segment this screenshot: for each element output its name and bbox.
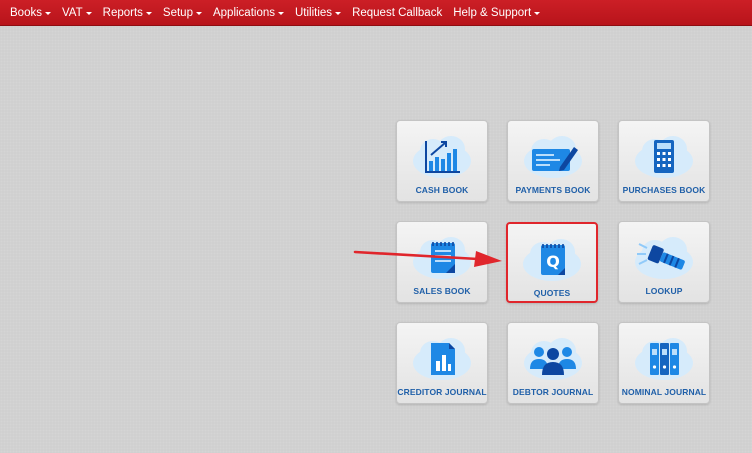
caret-down-icon	[44, 11, 51, 15]
tile-nominal-journal-label: NOMINAL JOURNAL	[621, 387, 707, 397]
menu-request-callback[interactable]: Request Callback	[352, 7, 442, 19]
menu-setup[interactable]: Setup	[163, 7, 202, 19]
tile-cash-book-label: CASH BOOK	[415, 185, 469, 195]
menu-applications-label: Applications	[212, 6, 275, 19]
chart-growth-icon	[411, 133, 473, 181]
red-arrow-annotation	[353, 250, 502, 267]
quote-notepad-icon: Q	[521, 236, 583, 284]
menu-vat-label: VAT	[61, 6, 83, 19]
menu-books[interactable]: Books	[10, 7, 51, 19]
tile-purchases-book-label: PURCHASES BOOK	[622, 185, 706, 195]
caret-down-icon	[195, 11, 202, 15]
tile-debtor-journal[interactable]: DEBTOR JOURNAL	[507, 322, 599, 404]
menu-help-support[interactable]: Help & Support	[453, 6, 541, 19]
menu-utilities-label: Utilities	[295, 6, 333, 19]
caret-down-icon	[145, 11, 152, 15]
menu-utilities[interactable]: Utilities	[295, 6, 342, 19]
tile-cash-book[interactable]: CASH BOOK	[396, 120, 488, 202]
top-navbar: Books VAT Reports Setup Applications Uti…	[0, 0, 752, 26]
caret-down-icon	[534, 11, 541, 15]
svg-text:Q: Q	[546, 252, 560, 271]
tile-lookup-label: LOOKUP	[645, 286, 683, 296]
menu-request-callback-label: Request Callback	[352, 6, 443, 19]
tile-purchases-book[interactable]: PURCHASES BOOK	[618, 120, 710, 202]
tile-debtor-journal-label: DEBTOR JOURNAL	[512, 387, 594, 397]
tile-quotes-label: QUOTES	[533, 288, 571, 298]
menu-reports[interactable]: Reports	[103, 7, 152, 19]
people-group-icon	[522, 335, 584, 383]
caret-down-icon	[85, 11, 92, 15]
tile-payments-book-label: PAYMENTS BOOK	[515, 185, 591, 195]
menu-help-support-label: Help & Support	[453, 6, 532, 19]
menu-vat[interactable]: VAT	[62, 7, 92, 19]
tile-payments-book[interactable]: PAYMENTS BOOK	[507, 120, 599, 202]
tile-quotes[interactable]: Q QUOTES	[506, 222, 598, 303]
tile-creditor-journal-label: CREDITOR JOURNAL	[397, 387, 487, 397]
tile-lookup[interactable]: LOOKUP	[618, 221, 710, 303]
document-chart-icon	[411, 335, 473, 383]
flashlight-icon	[633, 234, 695, 282]
binders-icon	[633, 335, 695, 383]
menu-books-label: Books	[10, 6, 42, 19]
tile-sales-book-label: SALES BOOK	[413, 286, 471, 296]
menu-reports-label: Reports	[102, 6, 143, 19]
caret-down-icon	[278, 11, 284, 15]
cheque-pen-icon	[522, 133, 584, 181]
tile-creditor-journal[interactable]: CREDITOR JOURNAL	[396, 322, 488, 404]
caret-down-icon	[335, 11, 342, 15]
menu-setup-label: Setup	[162, 6, 193, 19]
tile-nominal-journal[interactable]: NOMINAL JOURNAL	[618, 322, 710, 404]
menu-applications[interactable]: Applications	[213, 7, 284, 19]
calculator-icon	[633, 133, 695, 181]
